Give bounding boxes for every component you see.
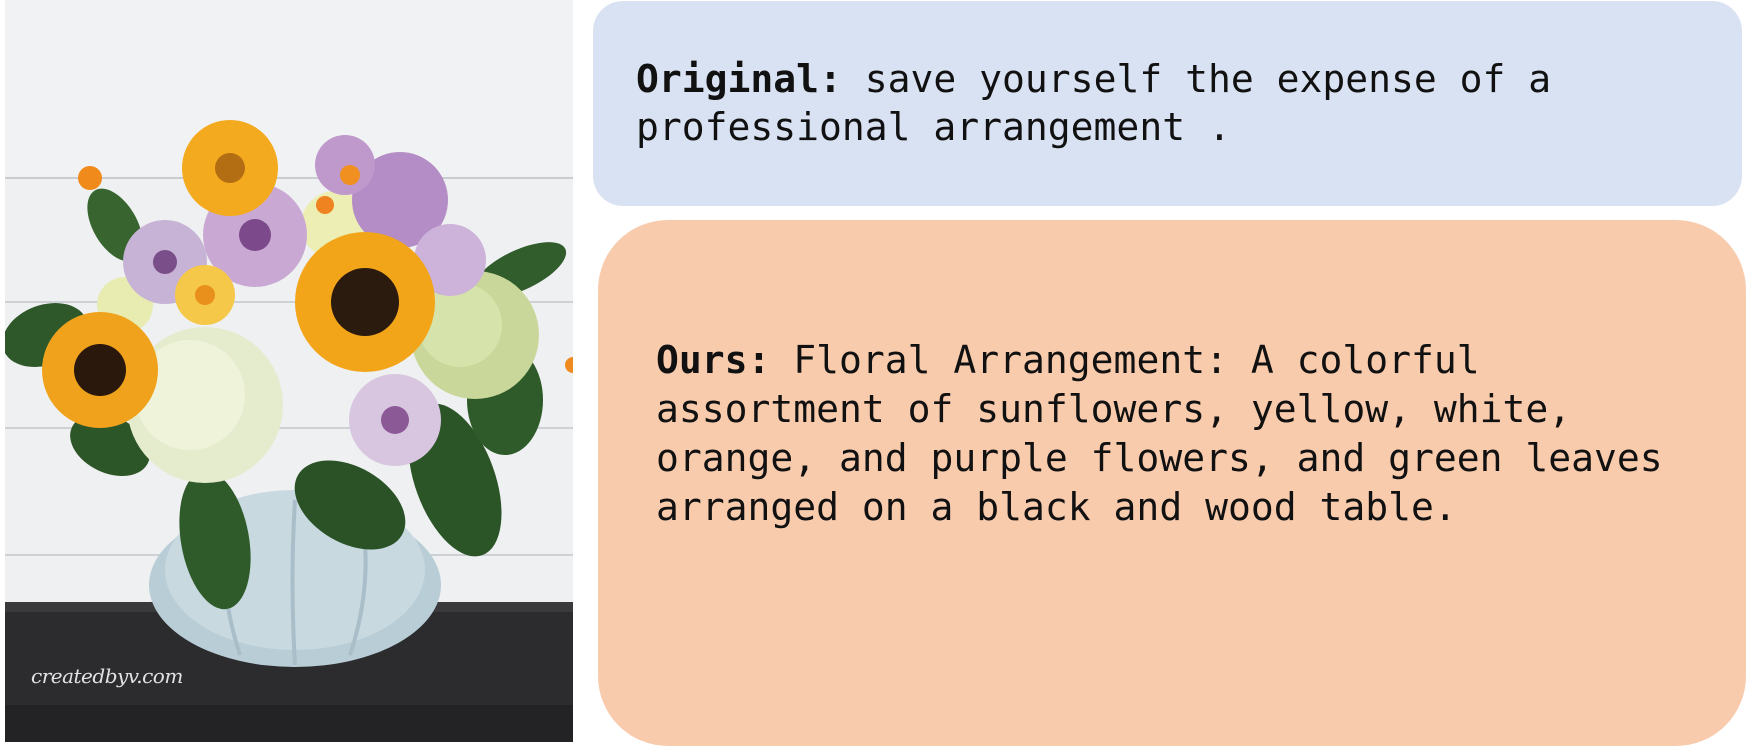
watermark-text: createdbyv.com (31, 664, 183, 688)
original-caption-label: Original: (636, 57, 842, 101)
ours-caption-text: Floral Arrangement: A colorful assortmen… (656, 338, 1663, 529)
ours-caption-box: Ours: Floral Arrangement: A colorful ass… (598, 220, 1746, 746)
ours-caption-label: Ours: (656, 338, 771, 382)
photo-illustration (5, 0, 573, 742)
original-caption-box: Original: save yourself the expense of a… (593, 1, 1742, 206)
flower-arrangement-photo: createdbyv.com (5, 0, 573, 742)
